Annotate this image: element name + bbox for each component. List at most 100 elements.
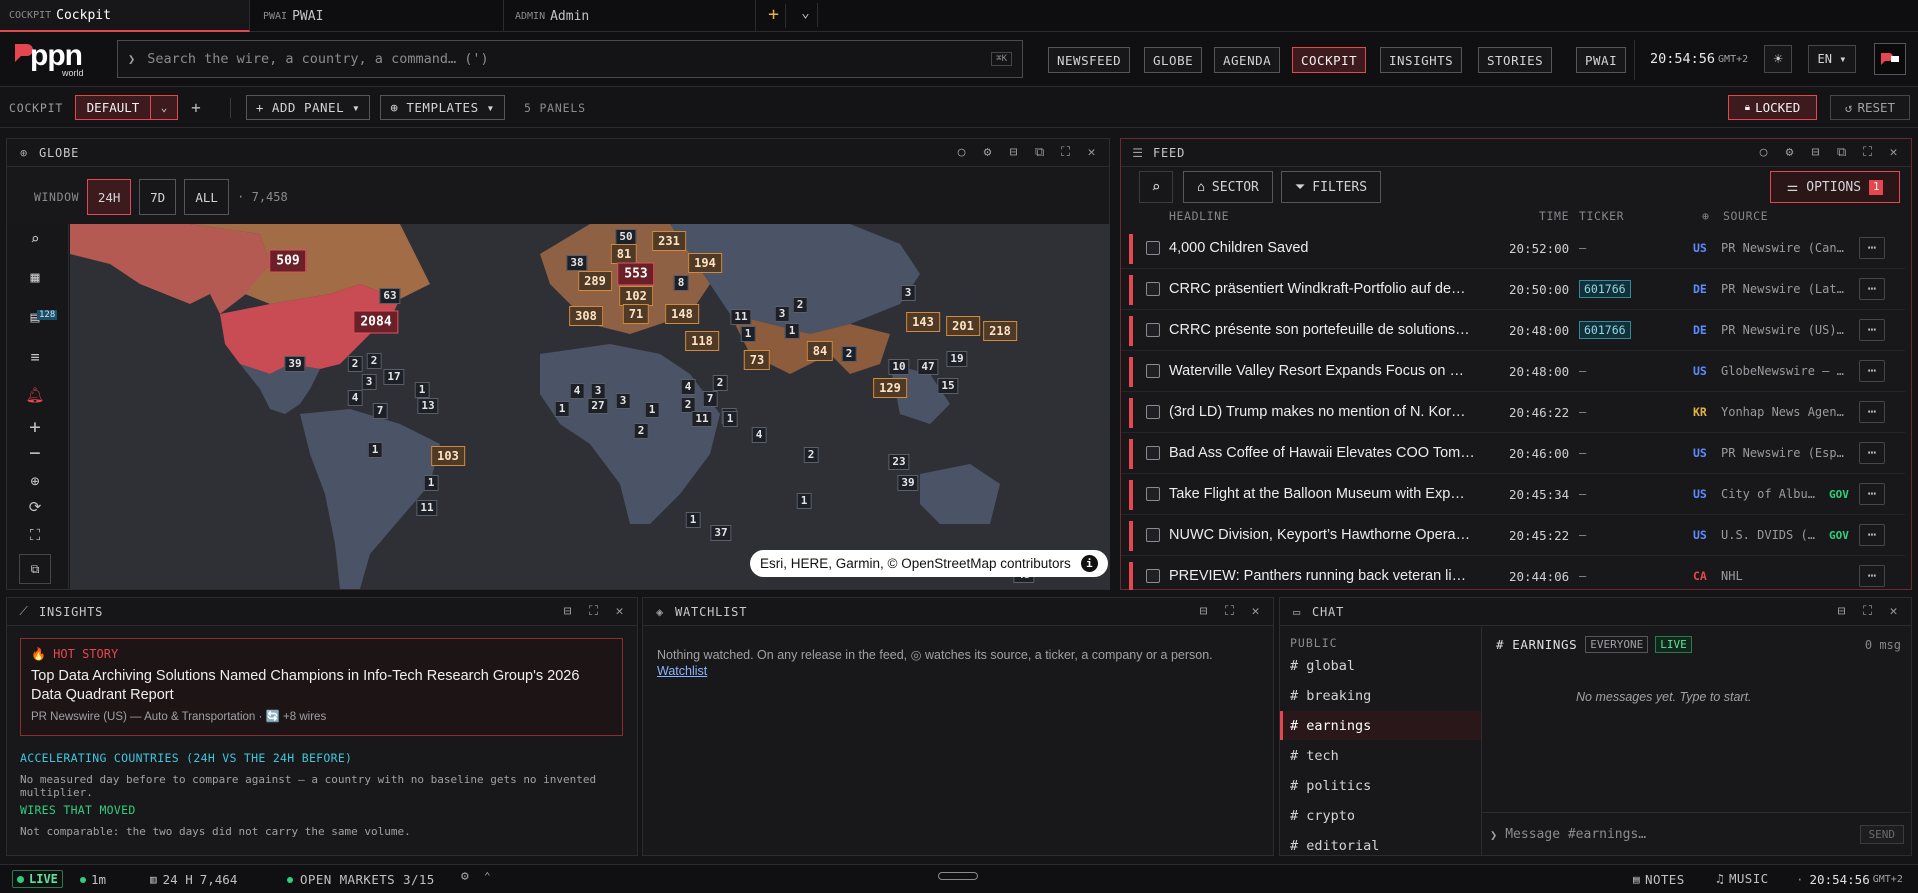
close-icon[interactable]: ✕ [1887, 604, 1901, 619]
search-input[interactable]: Search the wire, a country, a command… (… [147, 51, 488, 67]
channel-crypto[interactable]: # crypto [1290, 808, 1355, 824]
row-checkbox[interactable] [1146, 282, 1160, 296]
sort-icon[interactable]: ≡ [23, 348, 47, 366]
map-marker[interactable]: 8 [673, 275, 689, 291]
row-source[interactable]: City of Albu… [1721, 487, 1825, 501]
map-marker[interactable]: 11 [691, 411, 713, 427]
map-marker[interactable]: 2 [633, 423, 649, 439]
map-marker[interactable]: 4 [680, 379, 696, 395]
row-headline[interactable]: NUWC Division, Keyport’s Hawthorne Opera… [1169, 527, 1487, 543]
col-ticker[interactable]: TICKER [1579, 209, 1624, 223]
circle-icon[interactable]: ○ [955, 145, 969, 160]
locked-button[interactable]: 🔒︎ LOCKED [1728, 95, 1817, 120]
ppn-logo[interactable]: ppn world [10, 38, 90, 80]
feed-row[interactable]: NUWC Division, Keyport’s Hawthorne Opera… [1121, 515, 1905, 556]
search-bar[interactable]: ❯ Search the wire, a country, a command…… [117, 40, 1023, 78]
map-marker[interactable]: 103 [431, 446, 465, 466]
tab-menu-button[interactable]: ⌄ [794, 3, 818, 27]
close-icon[interactable]: ✕ [1249, 604, 1263, 619]
window-7d[interactable]: 7D [139, 179, 177, 215]
close-icon[interactable]: ✕ [613, 604, 627, 619]
row-more-button[interactable]: ⋯ [1859, 319, 1885, 341]
minimize-icon[interactable]: ⊟ [1007, 145, 1021, 160]
map-marker[interactable]: 3 [615, 393, 631, 409]
map-marker[interactable]: 148 [665, 304, 699, 324]
map-marker[interactable]: 11 [730, 309, 752, 325]
hot-story-title[interactable]: Top Data Archiving Solutions Named Champ… [31, 667, 612, 705]
language-select[interactable]: EN ▾ [1808, 45, 1856, 73]
maximize-icon[interactable]: ⛶ [587, 604, 601, 619]
row-checkbox[interactable] [1146, 323, 1160, 337]
row-checkbox[interactable] [1146, 241, 1160, 255]
map-marker[interactable]: 84 [806, 341, 834, 361]
gear-icon[interactable]: ⚙ [1783, 145, 1797, 160]
map-marker[interactable]: 2 [792, 297, 808, 313]
nav-pwai[interactable]: PWAI [1576, 47, 1627, 73]
minimize-icon[interactable]: ⊟ [1809, 145, 1823, 160]
dashboard-icon[interactable]: ▦ [23, 268, 47, 286]
chat-message-input[interactable]: Message #earnings… [1505, 827, 1835, 842]
map-marker[interactable]: 1 [414, 382, 430, 398]
map-marker[interactable]: 289 [578, 271, 612, 291]
map-marker[interactable]: 194 [688, 253, 722, 273]
map-marker[interactable]: 19 [946, 351, 968, 367]
row-more-button[interactable]: ⋯ [1859, 401, 1885, 423]
channel-editorial[interactable]: # editorial [1290, 838, 1379, 854]
map-marker[interactable]: 23 [888, 454, 910, 470]
reset-button[interactable]: ↺ RESET [1830, 95, 1910, 120]
row-more-button[interactable]: ⋯ [1859, 278, 1885, 300]
map-marker[interactable]: 553 [617, 262, 655, 286]
row-source[interactable]: PR Newswire (Can… [1721, 241, 1855, 255]
map-marker[interactable]: 39 [897, 475, 919, 491]
row-source[interactable]: Yonhap News Agen… [1721, 405, 1855, 419]
row-source[interactable]: U.S. DVIDS (… [1721, 528, 1825, 542]
map-marker[interactable]: 38 [566, 255, 588, 271]
row-more-button[interactable]: ⋯ [1859, 237, 1885, 259]
row-more-button[interactable]: ⋯ [1859, 565, 1885, 587]
map-marker[interactable]: 3 [900, 285, 916, 301]
row-headline[interactable]: Waterville Valley Resort Expands Focus o… [1169, 363, 1487, 379]
music-button[interactable]: ♫ MUSIC [1716, 871, 1769, 886]
nav-stories[interactable]: STORIES [1478, 47, 1553, 73]
map-marker[interactable]: 81 [610, 244, 638, 264]
map-marker[interactable]: 73 [743, 350, 771, 370]
map-marker[interactable]: 509 [269, 249, 307, 273]
bell-icon[interactable]: 🔔︎ [23, 386, 47, 404]
row-more-button[interactable]: ⋯ [1859, 524, 1885, 546]
search-icon[interactable]: ⌕ [23, 230, 47, 248]
notes-button[interactable]: ▤ NOTES [1633, 872, 1685, 887]
map-marker[interactable]: 118 [685, 331, 719, 351]
close-icon[interactable]: ✕ [1887, 145, 1901, 160]
row-checkbox[interactable] [1146, 446, 1160, 460]
nav-agenda[interactable]: AGENDA [1214, 47, 1281, 73]
map-marker[interactable]: 102 [619, 286, 653, 306]
map-marker[interactable]: 63 [379, 288, 401, 304]
theme-toggle-button[interactable]: ☀ [1764, 45, 1792, 73]
map-marker[interactable]: 231 [652, 231, 686, 251]
map-marker[interactable]: 1 [367, 442, 383, 458]
map-marker[interactable]: 7 [372, 403, 388, 419]
map-marker[interactable]: 2 [803, 447, 819, 463]
feed-row[interactable]: Waterville Valley Resort Expands Focus o… [1121, 351, 1905, 392]
refresh-icon[interactable]: ⟳ [23, 498, 47, 516]
user-avatar[interactable] [1874, 43, 1906, 75]
map-marker[interactable]: 7 [702, 391, 718, 407]
row-headline[interactable]: PREVIEW: Panthers running back veteran l… [1169, 568, 1487, 584]
row-checkbox[interactable] [1146, 528, 1160, 542]
popout-icon[interactable]: ⧉ [1033, 145, 1047, 160]
map-marker[interactable]: 1 [722, 411, 738, 427]
map-marker[interactable]: 27 [587, 398, 609, 414]
row-ticker[interactable]: 601766 [1579, 321, 1631, 339]
window-all[interactable]: ALL [184, 179, 230, 215]
tab-admin[interactable]: ADMIN Admin [506, 0, 756, 32]
map-marker[interactable]: 3 [590, 383, 606, 399]
channel-earnings[interactable]: # earnings [1290, 718, 1371, 734]
close-icon[interactable]: ✕ [1085, 145, 1099, 160]
world-map[interactable]: 509 2084 63 39 2 2 17 3 4 1 7 13 1 103 1… [70, 224, 1110, 589]
map-marker[interactable]: 2 [347, 356, 363, 372]
map-marker[interactable]: 37 [710, 525, 732, 541]
map-marker[interactable]: 2084 [353, 310, 399, 334]
globe-view-icon[interactable]: ⊕ [23, 472, 47, 490]
map-marker[interactable]: 39 [284, 356, 306, 372]
feed-row[interactable]: CRRC présente son portefeuille de soluti… [1121, 310, 1905, 351]
